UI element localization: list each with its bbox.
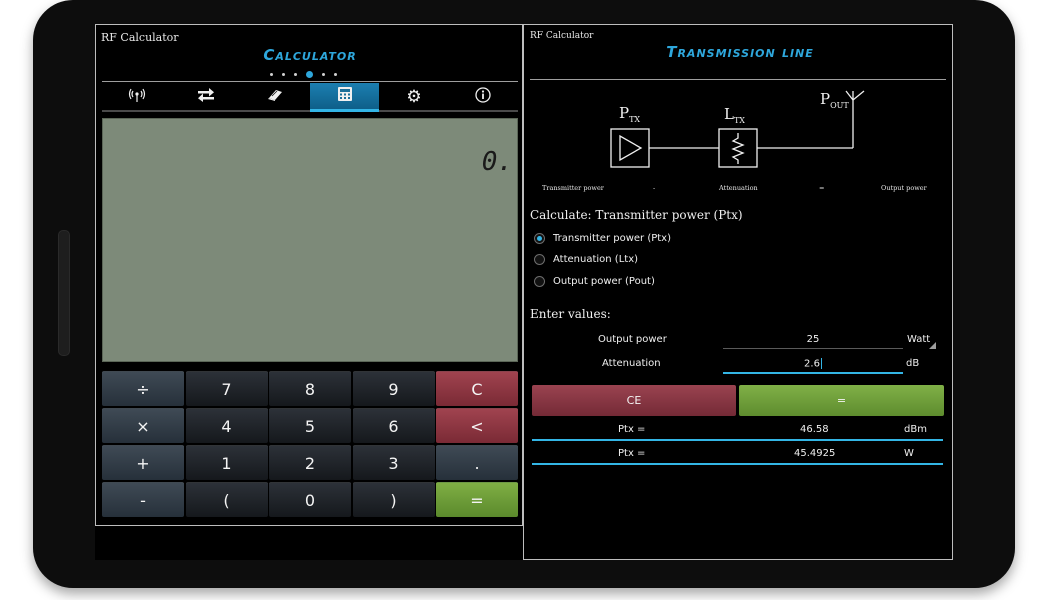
key-0[interactable]: 0 xyxy=(269,482,351,517)
page-dot-active[interactable] xyxy=(306,70,313,78)
caption-transmitter-power: Transmitter power xyxy=(542,184,604,192)
info-icon xyxy=(475,86,491,107)
caption-attenuation: Attenuation xyxy=(719,184,758,192)
key-6[interactable]: 6 xyxy=(352,408,435,443)
result-label: Ptx = xyxy=(618,424,646,435)
key-5[interactable]: 5 xyxy=(269,408,351,443)
display-value: 0. xyxy=(481,147,513,177)
key-decimal[interactable]: . xyxy=(436,445,518,480)
enter-values-heading: Enter values: xyxy=(530,307,611,321)
equals-button[interactable]: = xyxy=(739,385,944,416)
radio-button[interactable] xyxy=(534,254,545,265)
tablet-speaker-grille xyxy=(58,230,70,356)
left-page-title: Calculator xyxy=(263,46,357,64)
caption-equals: = xyxy=(819,184,825,192)
book-icon xyxy=(266,88,284,106)
key-9[interactable]: 9 xyxy=(352,371,435,406)
radio-button[interactable] xyxy=(534,276,545,287)
ptx-subscript: TX xyxy=(629,115,641,124)
transmitter-block xyxy=(610,128,650,168)
pout-label: POUT xyxy=(820,90,849,110)
output-power-input[interactable]: 25 xyxy=(723,334,903,349)
key-8[interactable]: 8 xyxy=(269,371,351,406)
right-app-name: RF Calculator xyxy=(530,31,594,41)
ltx-symbol: L xyxy=(724,105,734,123)
pout-subscript: OUT xyxy=(830,101,849,110)
left-app-name: RF Calculator xyxy=(101,31,179,44)
unit-label: Watt xyxy=(907,334,931,345)
text-cursor xyxy=(820,358,822,369)
ltx-label: LTX xyxy=(724,105,745,125)
result-row-watt: Ptx = 45.4925 W xyxy=(532,447,943,465)
page-dot[interactable] xyxy=(334,72,337,76)
tab-info[interactable] xyxy=(449,83,518,110)
caption-output-power: Output power xyxy=(881,184,927,192)
key-7[interactable]: 7 xyxy=(185,371,268,406)
option-attenuation[interactable]: Attenuation (Ltx) xyxy=(534,254,638,265)
tab-reference[interactable] xyxy=(241,83,310,110)
option-label: Transmitter power (Ptx) xyxy=(553,233,671,244)
calculator-display: 0. xyxy=(102,118,518,362)
key-divide[interactable]: ÷ xyxy=(102,371,184,406)
result-label: Ptx = xyxy=(618,448,646,459)
antenna-icon xyxy=(128,88,146,106)
key-backspace[interactable]: < xyxy=(436,408,518,443)
result-unit: W xyxy=(904,448,914,459)
amplifier-symbol xyxy=(619,134,643,162)
calculate-heading: Calculate: Transmitter power (Ptx) xyxy=(530,208,743,222)
key-2[interactable]: 2 xyxy=(269,445,351,480)
ptx-label: PTX xyxy=(619,104,640,124)
option-transmitter-power[interactable]: Transmitter power (Ptx) xyxy=(534,233,671,244)
tab-calculator[interactable] xyxy=(309,83,380,112)
right-header-divider xyxy=(530,79,946,80)
attenuation-label: Attenuation xyxy=(602,358,661,369)
attenuation-input[interactable]: 2.6 xyxy=(723,358,903,374)
key-clear[interactable]: C xyxy=(436,371,518,406)
key-3[interactable]: 3 xyxy=(352,445,435,480)
page-dot[interactable] xyxy=(322,72,325,76)
resistor-symbol xyxy=(731,133,745,164)
page-dot[interactable] xyxy=(282,72,285,76)
attenuation-unit: dB xyxy=(906,358,920,369)
radio-button-selected[interactable] xyxy=(534,233,545,244)
tab-settings[interactable]: ⚙ xyxy=(379,83,448,110)
result-row-dbm: Ptx = 46.58 dBm xyxy=(532,423,943,441)
key-plus[interactable]: + xyxy=(102,445,184,480)
header-divider xyxy=(102,81,518,82)
key-equals[interactable]: = xyxy=(436,482,518,517)
tab-bar: ⚙ xyxy=(102,83,518,112)
caption-minus: - xyxy=(653,184,656,192)
option-label: Attenuation (Ltx) xyxy=(553,254,639,265)
page-indicator xyxy=(270,70,337,78)
tab-convert[interactable] xyxy=(171,83,240,110)
output-power-label: Output power xyxy=(598,334,667,345)
right-page-title: Transmission line xyxy=(666,43,814,61)
pout-symbol: P xyxy=(820,90,831,108)
ce-button[interactable]: CE xyxy=(532,385,736,416)
result-value: 45.4925 xyxy=(794,448,836,459)
key-4[interactable]: 4 xyxy=(185,408,268,443)
key-minus[interactable]: - xyxy=(102,482,184,517)
key-close-paren[interactable]: ) xyxy=(352,482,435,517)
ltx-subscript: TX xyxy=(733,116,745,125)
keypad: ÷ 7 8 9 C × 4 5 6 < + 1 2 3 . - ( 0 ) = xyxy=(102,371,518,519)
key-open-paren[interactable]: ( xyxy=(185,482,268,517)
ptx-symbol: P xyxy=(619,104,630,122)
gear-icon: ⚙ xyxy=(406,86,422,107)
tab-antenna[interactable] xyxy=(102,83,171,110)
calculator-icon xyxy=(337,86,353,106)
attenuation-value: 2.6 xyxy=(804,358,820,370)
option-output-power[interactable]: Output power (Pout) xyxy=(534,276,655,287)
result-unit: dBm xyxy=(904,424,927,435)
dropdown-corner-icon xyxy=(929,342,936,349)
page-dot[interactable] xyxy=(270,72,273,76)
key-1[interactable]: 1 xyxy=(185,445,268,480)
result-value: 46.58 xyxy=(800,424,829,435)
swap-arrows-icon xyxy=(197,87,215,106)
page-dot[interactable] xyxy=(294,72,297,76)
option-label: Output power (Pout) xyxy=(553,276,655,287)
key-multiply[interactable]: × xyxy=(102,408,184,443)
output-power-unit-select[interactable]: Watt xyxy=(907,334,930,345)
